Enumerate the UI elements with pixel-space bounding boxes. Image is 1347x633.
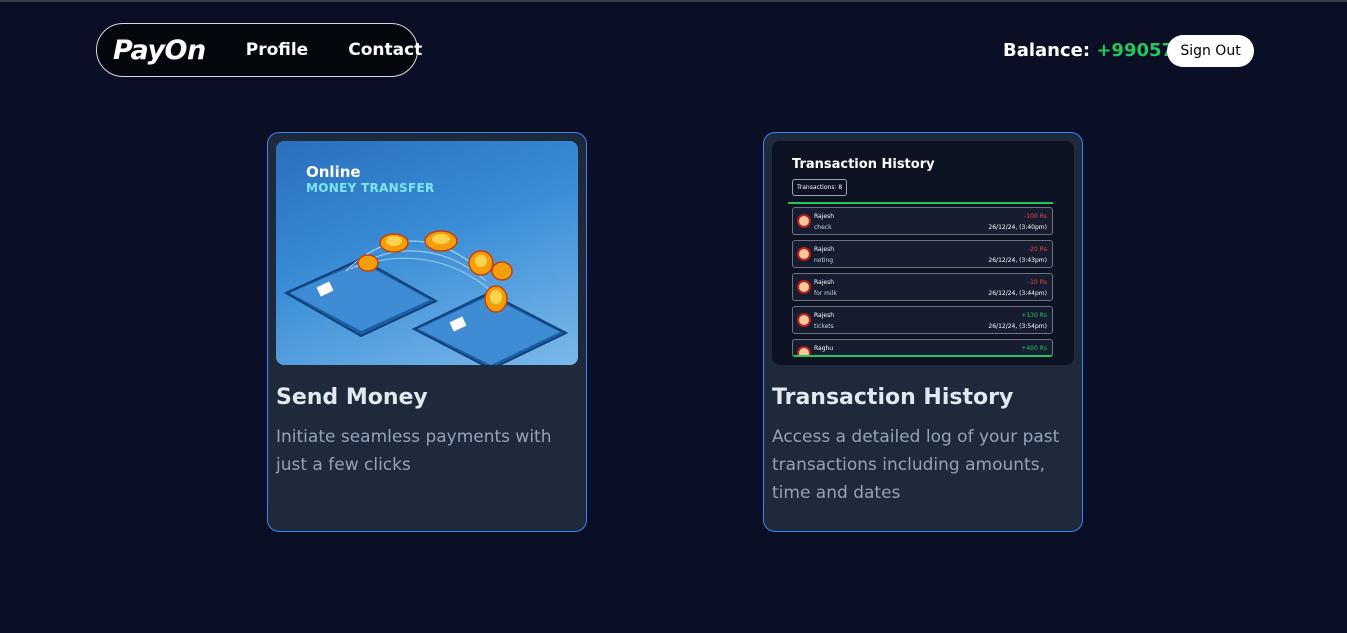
row-name: Rajesh bbox=[814, 279, 835, 286]
row-name: Raghu bbox=[814, 345, 834, 352]
row-amount: +400 Rs bbox=[1021, 345, 1047, 352]
avatar bbox=[797, 247, 811, 261]
row-name: Rajesh bbox=[814, 246, 835, 253]
balance-display: Balance: +99057 bbox=[1003, 40, 1174, 61]
avatar bbox=[797, 280, 811, 294]
send-money-card[interactable]: Online MONEY TRANSFER Send Money Initiat… bbox=[267, 132, 587, 532]
card-description: Initiate seamless payments with just a f… bbox=[276, 427, 552, 475]
row-date: 26/12/24, (3:43pm) bbox=[988, 257, 1047, 264]
avatar bbox=[797, 346, 811, 355]
transaction-history-card[interactable]: Transaction History Transactions: 8 Raje… bbox=[763, 132, 1083, 532]
row-amount: -10 Rs bbox=[1027, 279, 1047, 286]
row-date: 26/12/24, (3:40pm) bbox=[988, 224, 1047, 231]
image-transactions-badge: Transactions: 8 bbox=[792, 179, 848, 196]
row-note: tickets bbox=[814, 323, 834, 330]
row-name: Rajesh bbox=[814, 213, 835, 220]
image-transaction-row: Raghu +400 Rs bbox=[792, 339, 1053, 357]
row-date: 26/12/24, (3:44pm) bbox=[988, 290, 1047, 297]
balance-label: Balance: bbox=[1003, 40, 1097, 61]
transaction-history-image: Transaction History Transactions: 8 Raje… bbox=[772, 141, 1074, 365]
send-money-image: Online MONEY TRANSFER bbox=[276, 141, 578, 365]
image-transaction-row: Rajesh check -100 Rs 26/12/24, (3:40pm) bbox=[792, 207, 1053, 235]
row-amount: +130 Rs bbox=[1021, 312, 1047, 319]
image-transaction-row: Rajesh tickets +130 Rs 26/12/24, (3:54pm… bbox=[792, 306, 1053, 334]
money-transfer-illustration bbox=[283, 230, 569, 365]
row-note: for milk bbox=[814, 290, 837, 297]
card-description: Access a detailed log of your past trans… bbox=[772, 427, 1060, 503]
card-title: Send Money bbox=[276, 385, 428, 410]
avatar bbox=[797, 214, 811, 228]
image-divider bbox=[788, 202, 1053, 204]
nav-bar: PayOn Profile Contact bbox=[96, 23, 422, 77]
image-transaction-row: Rajesh noting -20 Rs 26/12/24, (3:43pm) bbox=[792, 240, 1053, 268]
nav-link-contact[interactable]: Contact bbox=[348, 40, 422, 60]
nav-link-profile[interactable]: Profile bbox=[246, 40, 308, 60]
row-note: noting bbox=[814, 257, 834, 264]
sign-out-button[interactable]: Sign Out bbox=[1167, 35, 1254, 67]
image-transaction-row: Rajesh for milk -10 Rs 26/12/24, (3:44pm… bbox=[792, 273, 1053, 301]
row-date: 26/12/24, (3:54pm) bbox=[988, 323, 1047, 330]
logo[interactable]: PayOn bbox=[113, 35, 206, 66]
card-title: Transaction History bbox=[772, 385, 1014, 410]
row-name: Rajesh bbox=[814, 312, 835, 319]
balance-value: +99057 bbox=[1096, 40, 1175, 61]
row-note: check bbox=[814, 224, 832, 231]
avatar bbox=[797, 313, 811, 327]
row-amount: -100 Rs bbox=[1024, 213, 1047, 220]
image-history-title: Transaction History bbox=[792, 157, 935, 172]
row-amount: -20 Rs bbox=[1027, 246, 1047, 253]
